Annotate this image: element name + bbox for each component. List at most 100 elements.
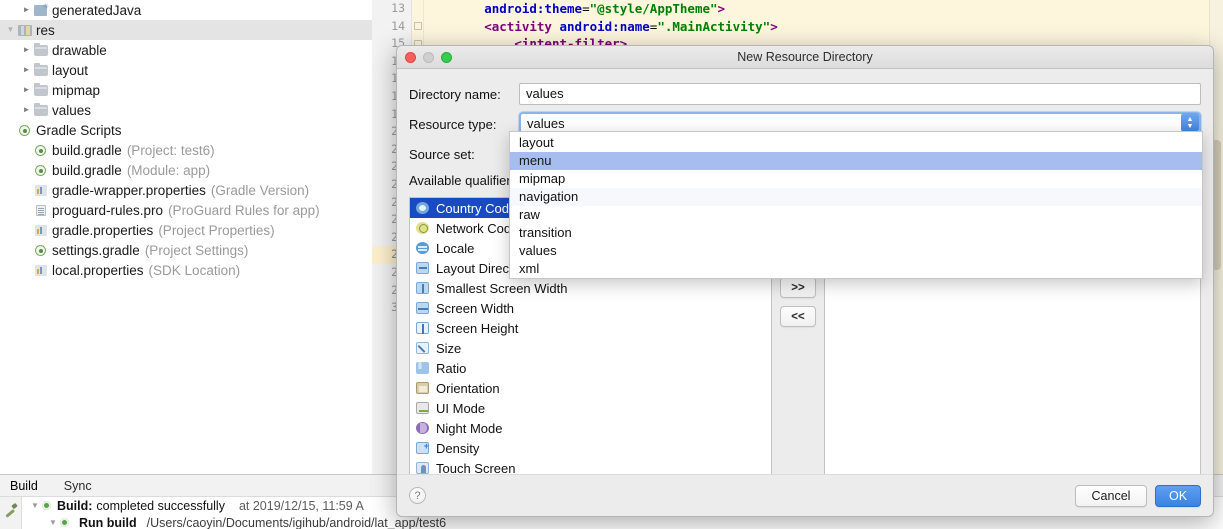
chevron-right-icon[interactable]: ► — [20, 86, 33, 94]
build-tab-sync[interactable]: Sync — [60, 479, 96, 493]
qualifier-item-size[interactable]: Size — [410, 338, 771, 358]
tree-row-res[interactable]: ▼ res — [0, 20, 372, 40]
tree-row-local-properties[interactable]: local.properties (SDK Location) — [0, 260, 372, 280]
night-mode-icon — [415, 421, 433, 435]
cancel-button[interactable]: Cancel — [1075, 484, 1147, 507]
ratio-icon — [415, 361, 433, 375]
qualifier-label: Country Code — [436, 200, 517, 216]
locale-icon — [415, 241, 433, 255]
minimize-icon[interactable] — [423, 52, 434, 63]
tree-row-sublabel: (SDK Location) — [148, 262, 241, 278]
dropdown-option-transition[interactable]: transition — [510, 224, 1202, 242]
dropdown-option-navigation[interactable]: navigation — [510, 188, 1202, 206]
tree-row-build-gradle[interactable]: build.gradle (Project: test6) — [0, 140, 372, 160]
qualifier-label: Orientation — [436, 380, 500, 396]
window-controls[interactable] — [405, 52, 452, 63]
chevron-right-icon[interactable]: ► — [20, 6, 33, 14]
qualifier-item-orientation[interactable]: Orientation — [410, 378, 771, 398]
tree-row-settings-gradle[interactable]: settings.gradle (Project Settings) — [0, 240, 372, 260]
directory-name-row: Directory name: values — [409, 79, 1201, 109]
code-token: = — [582, 1, 590, 16]
qualifier-item-ratio[interactable]: Ratio — [410, 358, 771, 378]
chevron-down-icon[interactable]: ▼ — [28, 501, 42, 510]
qualifier-label: Network Code — [436, 220, 519, 236]
zoom-icon[interactable] — [441, 52, 452, 63]
close-icon[interactable] — [405, 52, 416, 63]
chevron-right-icon[interactable]: ► — [20, 46, 33, 54]
source-set-label: Source set: — [409, 146, 475, 162]
status-success-icon — [42, 501, 51, 510]
tree-row-label: layout — [52, 62, 89, 78]
tree-row-label: build.gradle — [52, 162, 122, 178]
directory-name-label: Directory name: — [409, 86, 501, 102]
fold-marker[interactable] — [414, 22, 422, 30]
qualifier-item-ui-mode[interactable]: UI Mode — [410, 398, 771, 418]
new-resource-directory-dialog[interactable]: New Resource Directory Directory name: v… — [396, 45, 1214, 517]
network-code-icon — [415, 221, 433, 235]
dropdown-option-values[interactable]: values — [510, 242, 1202, 260]
help-icon[interactable]: ? — [409, 487, 426, 504]
tree-row-gradle-scripts[interactable]: Gradle Scripts — [0, 120, 372, 140]
chevron-down-icon[interactable]: ▼ — [46, 518, 60, 527]
gutter-line-number: 13 — [391, 1, 405, 15]
qualifier-label: Screen Width — [436, 300, 515, 316]
gradle-icon — [17, 122, 34, 138]
proguard-icon — [33, 202, 50, 218]
dropdown-option-layout[interactable]: layout — [510, 134, 1202, 152]
tree-row-label: gradle-wrapper.properties — [52, 182, 206, 198]
gutter-line-number: 14 — [391, 18, 405, 33]
dropdown-option-mipmap[interactable]: mipmap — [510, 170, 1202, 188]
build-hammer-icon — [4, 502, 18, 518]
dialog-titlebar[interactable]: New Resource Directory — [397, 46, 1213, 69]
qualifier-item-smallest-screen-width[interactable]: Smallest Screen Width — [410, 278, 771, 298]
remove-qualifier-button[interactable]: << — [780, 306, 816, 327]
qualifier-label: Ratio — [436, 360, 467, 376]
dropdown-option-xml[interactable]: xml — [510, 260, 1202, 278]
resource-type-dropdown[interactable]: layout menu mipmap navigation raw transition v… — [509, 131, 1203, 279]
qualifier-label: Screen Height — [436, 320, 519, 336]
directory-name-input[interactable]: values — [519, 83, 1201, 105]
qualifier-item-density[interactable]: Density — [410, 438, 771, 458]
chevron-right-icon[interactable]: ► — [20, 106, 33, 114]
tree-row-generatedjava[interactable]: ► generatedJava — [0, 0, 372, 20]
ok-button[interactable]: OK — [1155, 484, 1201, 507]
qualifier-item-screen-height[interactable]: Screen Height — [410, 318, 771, 338]
chevron-down-icon[interactable]: ▼ — [4, 26, 17, 34]
dropdown-option-menu[interactable]: menu — [510, 152, 1202, 170]
tree-row-mipmap[interactable]: ► mipmap — [0, 80, 372, 100]
tree-row-label: gradle.properties — [52, 222, 154, 238]
qualifier-label: Locale — [436, 240, 475, 256]
qualifier-label: Smallest Screen Width — [436, 280, 568, 296]
tree-row-sublabel: (ProGuard Rules for app) — [168, 202, 320, 218]
add-qualifier-button[interactable]: >> — [780, 277, 816, 298]
tree-row-proguard-rules-pro[interactable]: proguard-rules.pro (ProGuard Rules for ap… — [0, 200, 372, 220]
orientation-icon — [415, 381, 433, 395]
country-code-icon — [415, 201, 433, 215]
code-token: <activity — [484, 18, 552, 34]
project-tree-panel[interactable]: ►generatedJava▼res ► drawable ► layout ►mipma… — [0, 0, 372, 474]
qualifier-item-screen-width[interactable]: Screen Width — [410, 298, 771, 318]
build-toolbar[interactable] — [0, 497, 22, 529]
code-token: > — [770, 18, 778, 34]
chevron-updown-icon[interactable]: ▲ ▼ — [1181, 113, 1199, 132]
chevron-right-icon[interactable]: ► — [20, 66, 33, 74]
properties-icon — [33, 262, 50, 278]
tree-row-build-gradle[interactable]: build.gradle (Module: app) — [0, 160, 372, 180]
tree-row-gradle-wrapper-properties[interactable]: gradle-wrapper.properties (Gradle Version… — [0, 180, 372, 200]
tree-row-values[interactable]: ► values — [0, 100, 372, 120]
screen-height-icon — [415, 321, 433, 335]
tree-row-label: build.gradle — [52, 142, 122, 158]
build-tab-build[interactable]: Build — [6, 479, 42, 493]
size-icon — [415, 341, 433, 355]
tree-row-drawable[interactable]: ► drawable — [0, 40, 372, 60]
qualifier-item-night-mode[interactable]: Night Mode — [410, 418, 771, 438]
tree-row-label: drawable — [52, 42, 107, 58]
touch-screen-icon — [415, 461, 433, 475]
gradle-icon — [33, 162, 50, 178]
tree-row-gradle-properties[interactable]: gradle.properties (Project Properties) — [0, 220, 372, 240]
qualifier-label: Density — [436, 440, 480, 456]
folder-icon — [33, 82, 50, 98]
dropdown-option-raw[interactable]: raw — [510, 206, 1202, 224]
tree-row-layout[interactable]: ► layout — [0, 60, 372, 80]
